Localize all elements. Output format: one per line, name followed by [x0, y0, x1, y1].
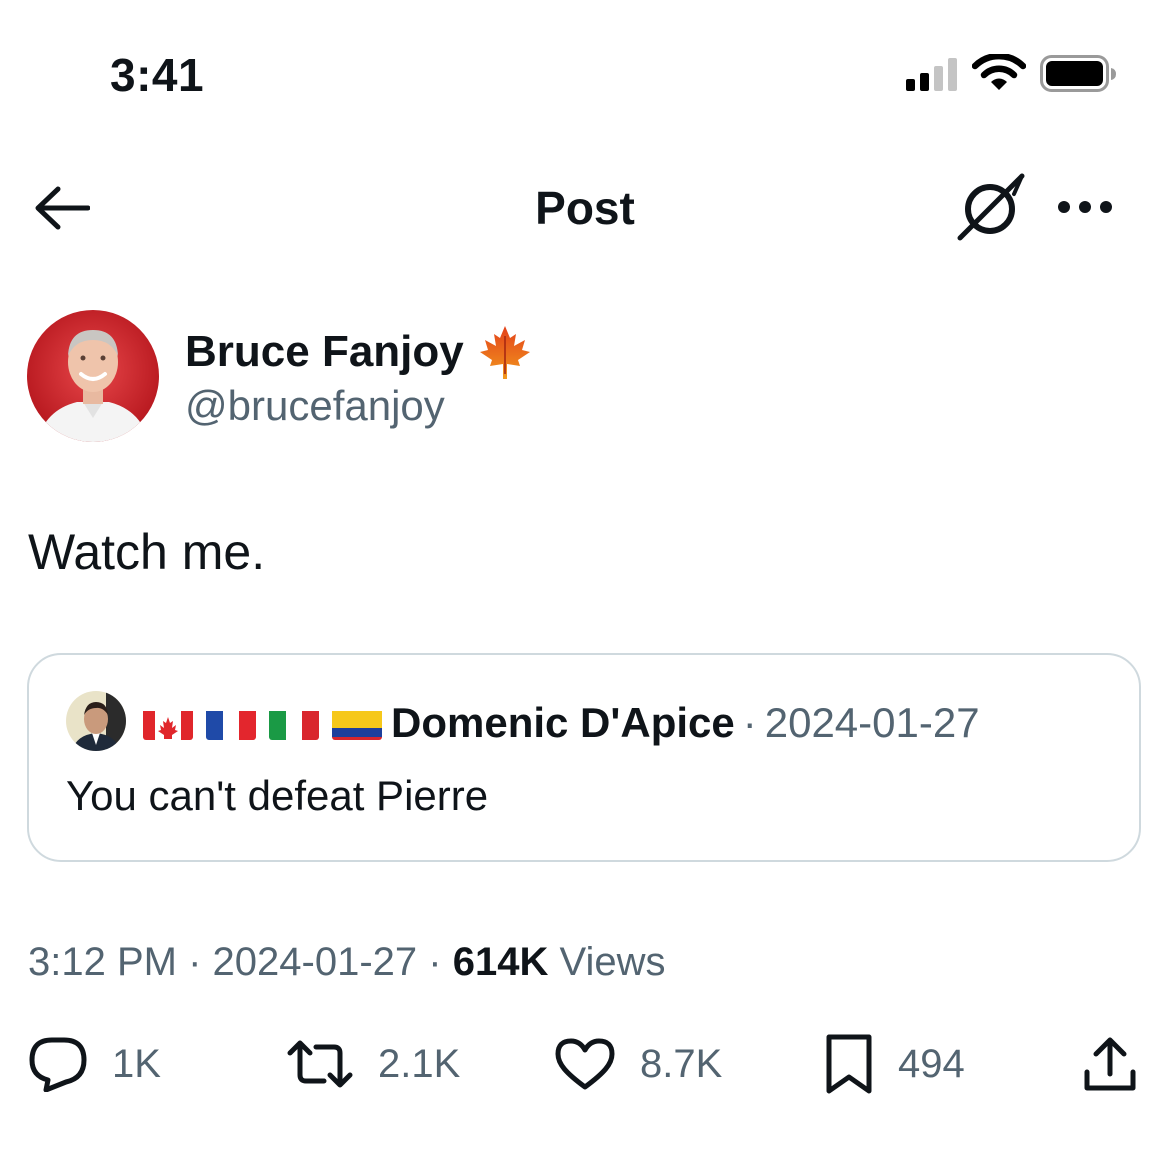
views-count: 614K	[452, 940, 549, 984]
meta-separator: ·	[428, 940, 442, 984]
bookmark-button[interactable]: 494	[824, 1030, 965, 1098]
like-count: 8.7K	[640, 1041, 723, 1086]
colombia-flag-icon	[332, 706, 382, 740]
quote-header: Domenic D'Apice · 2024-01-27	[143, 698, 980, 748]
heart-icon	[555, 1038, 615, 1090]
post-text: Watch me.	[28, 524, 266, 580]
post-time: 3:12 PM	[28, 940, 177, 984]
quoted-post-card[interactable]	[27, 653, 1141, 862]
more-options-button[interactable]	[1052, 182, 1118, 232]
quote-separator: ·	[742, 699, 757, 746]
grok-icon	[957, 173, 1025, 241]
repost-icon	[287, 1040, 353, 1088]
quote-author-avatar	[66, 691, 126, 751]
repost-button[interactable]: 2.1K	[286, 1030, 460, 1098]
wifi-icon	[971, 52, 1027, 97]
bookmark-icon	[826, 1034, 872, 1094]
author-handle[interactable]: @brucefanjoy	[185, 380, 445, 432]
share-button[interactable]	[1082, 1030, 1138, 1098]
more-dots-icon	[1058, 201, 1112, 213]
quote-author-name: Domenic D'Apice	[391, 699, 735, 746]
views-label: Views	[559, 940, 666, 984]
quote-date: 2024-01-27	[764, 699, 980, 746]
reply-icon	[29, 1037, 87, 1092]
post-date: 2024-01-27	[212, 940, 418, 984]
back-arrow-icon	[35, 186, 90, 230]
maple-leaf-icon	[479, 326, 530, 379]
france-flag-icon	[206, 706, 256, 740]
meta-separator: ·	[188, 940, 202, 984]
battery-icon	[1040, 55, 1118, 98]
reply-count: 1K	[112, 1041, 161, 1086]
author-name-text: Bruce Fanjoy	[185, 327, 464, 376]
post-meta: 3:12 PM · 2024-01-27 · 614K Views	[28, 938, 665, 986]
back-button[interactable]	[30, 180, 94, 236]
grok-button[interactable]	[954, 172, 1030, 244]
like-button[interactable]: 8.7K	[554, 1030, 722, 1098]
bookmark-count: 494	[898, 1041, 965, 1086]
quote-text: You can't defeat Pierre	[66, 772, 489, 819]
italy-flag-icon	[269, 706, 319, 740]
status-time: 3:41	[110, 49, 205, 101]
repost-count: 2.1K	[378, 1041, 461, 1086]
canada-flag-icon	[143, 706, 193, 740]
author-avatar[interactable]	[27, 310, 159, 442]
cellular-signal-icon	[906, 57, 960, 96]
reply-button[interactable]: 1K	[28, 1030, 161, 1098]
share-icon	[1084, 1037, 1136, 1091]
author-name[interactable]: Bruce Fanjoy	[185, 324, 532, 380]
